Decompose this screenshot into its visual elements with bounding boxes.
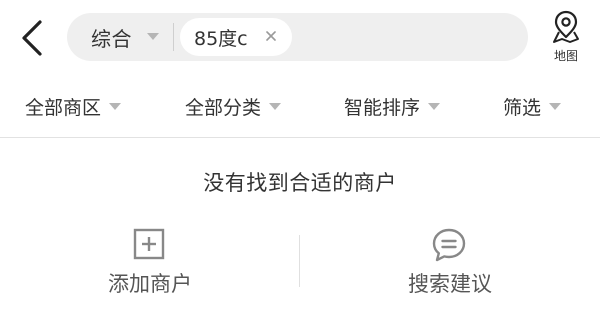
map-label: 地图: [553, 49, 578, 63]
caret-down-icon: [147, 33, 159, 40]
caret-down-icon: [428, 103, 441, 110]
add-merchant-label: 添加商户: [108, 272, 192, 296]
map-button[interactable]: 地图: [540, 10, 592, 68]
add-square-icon: [133, 228, 165, 260]
search-query-text: 85度c: [194, 27, 248, 50]
caret-down-icon: [549, 103, 562, 110]
filter-more-label: 筛选: [503, 97, 542, 119]
filter-more[interactable]: 筛选: [503, 76, 562, 137]
caret-down-icon: [109, 103, 122, 110]
back-button[interactable]: [12, 14, 52, 62]
search-bar[interactable]: 综合 85度c: [67, 13, 528, 61]
search-type-dropdown[interactable]: 综合: [67, 13, 173, 61]
search-query-chip[interactable]: 85度c: [180, 18, 292, 56]
back-arrow-icon: [22, 20, 42, 56]
empty-state-message: 没有找到合适的商户: [203, 171, 397, 195]
search-suggestion-button[interactable]: 搜索建议: [300, 222, 600, 312]
filter-sort-label: 智能排序: [344, 97, 421, 119]
top-bar: 综合 85度c 地图: [0, 0, 600, 76]
filter-area-label: 全部商区: [25, 97, 102, 119]
search-suggestion-label: 搜索建议: [408, 272, 492, 296]
map-pin-icon: [553, 10, 579, 43]
chat-bubble-icon: [432, 228, 466, 262]
search-type-label: 综合: [91, 26, 132, 51]
filter-category[interactable]: 全部分类: [185, 76, 282, 137]
add-merchant-button[interactable]: 添加商户: [0, 222, 300, 312]
close-icon: [266, 31, 276, 41]
search-divider: [173, 23, 174, 51]
filter-bar: 全部商区 全部分类 智能排序 筛选: [0, 76, 600, 138]
clear-query-button[interactable]: [262, 27, 280, 45]
filter-sort[interactable]: 智能排序: [344, 76, 441, 137]
filter-category-label: 全部分类: [185, 97, 262, 119]
filter-area[interactable]: 全部商区: [25, 76, 122, 137]
caret-down-icon: [269, 103, 282, 110]
